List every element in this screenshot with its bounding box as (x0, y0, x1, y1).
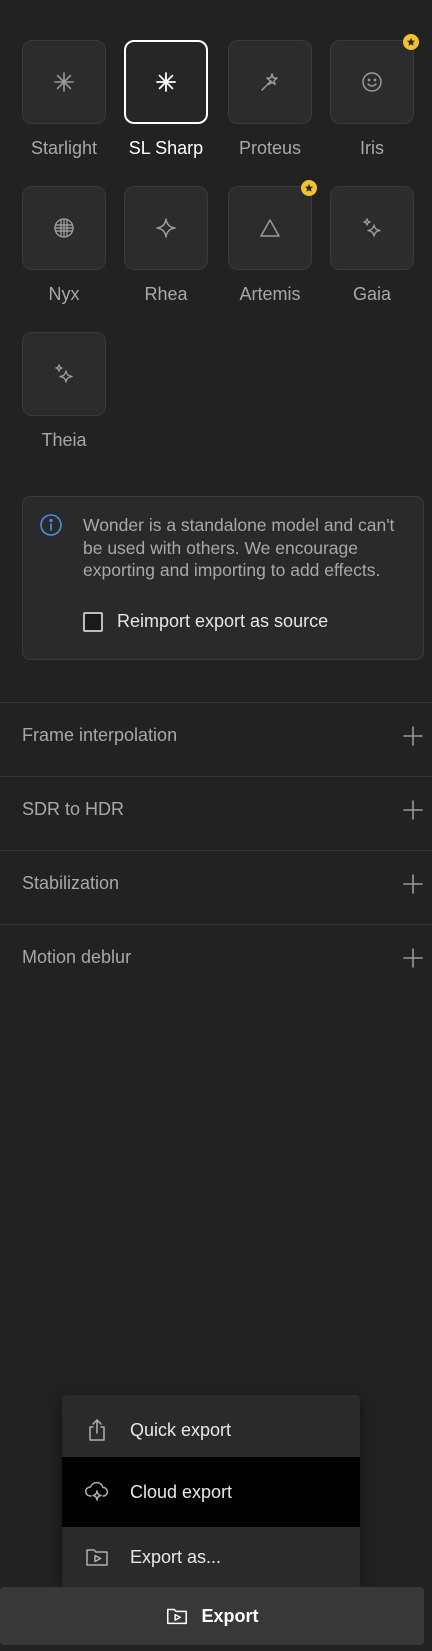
effects-sections: Frame interpolation SDR to HDR Stabiliza… (0, 702, 432, 998)
model-tile[interactable] (22, 186, 106, 270)
plus-icon[interactable] (402, 947, 424, 969)
model-gaia[interactable]: Gaia (330, 186, 414, 305)
model-label: Theia (41, 430, 87, 450)
export-button[interactable]: Export (0, 1587, 424, 1645)
section-motion-deblur[interactable]: Motion deblur (0, 924, 432, 998)
model-sl-sharp[interactable]: SL Sharp (124, 40, 208, 159)
model-nyx[interactable]: Nyx (22, 186, 106, 305)
sparkle-icon (156, 218, 176, 238)
model-iris[interactable]: Iris (330, 34, 419, 159)
model-tile-selected[interactable] (124, 40, 208, 124)
sparkles-icon (55, 364, 73, 383)
premium-badge-icon (403, 34, 419, 50)
model-starlight[interactable]: Starlight (22, 40, 106, 159)
model-rhea[interactable]: Rhea (124, 186, 208, 305)
smiley-icon (362, 72, 382, 92)
plus-icon[interactable] (402, 799, 424, 821)
model-label: SL Sharp (128, 138, 204, 158)
export-menu: Quick export Cloud export Export as... (62, 1395, 360, 1588)
info-icon (40, 514, 62, 536)
model-label: Rhea (144, 284, 188, 304)
grid-globe-icon (54, 218, 74, 238)
reimport-checkbox-label[interactable]: Reimport export as source (117, 611, 328, 632)
model-tile[interactable] (228, 40, 312, 124)
model-label: Proteus (238, 138, 302, 158)
export-button-label: Export (201, 1605, 259, 1626)
triangle-icon (260, 219, 280, 237)
model-label: Artemis (239, 284, 301, 304)
asterisk-icon (54, 72, 74, 92)
model-theia[interactable]: Theia (22, 332, 106, 451)
menu-item-label: Cloud export (130, 1481, 233, 1502)
model-tile[interactable] (22, 332, 106, 416)
section-label: Motion deblur (22, 947, 132, 967)
menu-item-label: Quick export (130, 1419, 232, 1440)
model-tile[interactable] (330, 34, 419, 124)
section-frame-interpolation[interactable]: Frame interpolation (0, 702, 432, 776)
info-message: Wonder is a standalone model and can't b… (83, 515, 395, 580)
model-tile[interactable] (330, 186, 414, 270)
model-proteus[interactable]: Proteus (228, 40, 312, 159)
reimport-checkbox[interactable] (83, 611, 103, 632)
section-label: Stabilization (22, 873, 120, 893)
model-label: Iris (360, 138, 384, 158)
share-icon (89, 1419, 105, 1441)
folder-play-icon (86, 1549, 108, 1566)
section-label: Frame interpolation (22, 725, 178, 745)
model-label: Starlight (30, 138, 98, 158)
magic-wand-icon (261, 73, 278, 91)
model-artemis[interactable]: Artemis (228, 180, 317, 305)
cloud-sparkle-icon (85, 1481, 109, 1501)
model-label: Nyx (48, 284, 80, 304)
plus-icon[interactable] (402, 725, 424, 747)
model-tile[interactable] (124, 186, 208, 270)
section-sdr-to-hdr[interactable]: SDR to HDR (0, 776, 432, 850)
sparkles-icon (363, 218, 381, 237)
menu-item-cloud-export[interactable]: Cloud export (62, 1457, 360, 1527)
premium-badge-icon (301, 180, 317, 196)
reimport-checkbox-row[interactable]: Reimport export as source (83, 611, 328, 632)
section-label: SDR to HDR (22, 799, 125, 819)
section-stabilization[interactable]: Stabilization (0, 850, 432, 924)
model-tile[interactable] (228, 180, 317, 270)
menu-item-quick-export[interactable]: Quick export (62, 1395, 360, 1465)
menu-item-export-as[interactable]: Export as... (62, 1522, 360, 1592)
folder-play-icon (167, 1608, 188, 1625)
model-label: Gaia (352, 284, 392, 304)
menu-item-label: Export as... (130, 1546, 222, 1567)
plus-icon[interactable] (402, 873, 424, 895)
info-box: Wonder is a standalone model and can't b… (22, 496, 424, 660)
asterisk-icon (156, 72, 176, 92)
model-tile[interactable] (22, 40, 106, 124)
